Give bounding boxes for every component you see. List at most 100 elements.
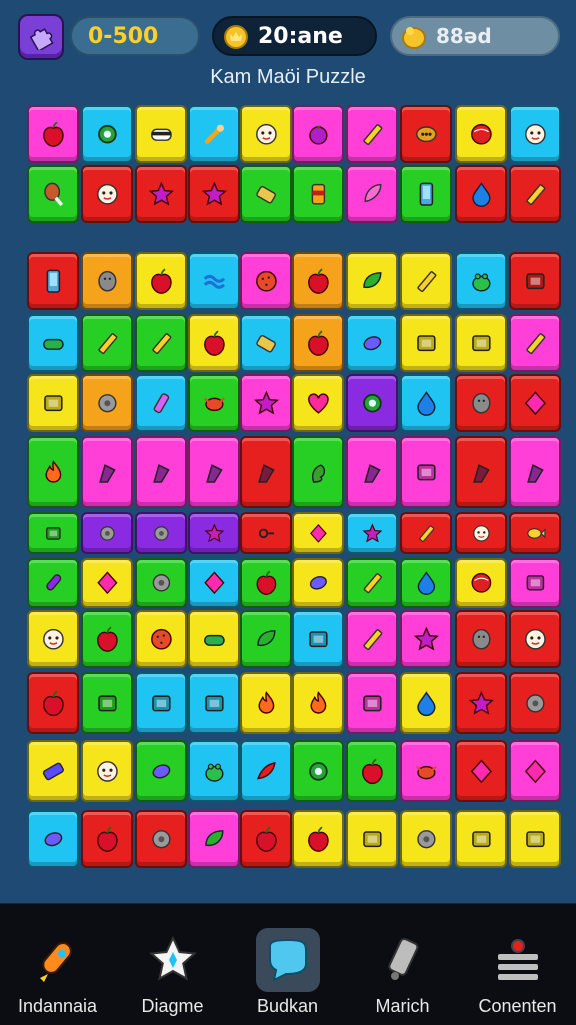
puzzle-tile[interactable] [292,512,344,554]
nav-item-marich[interactable]: Marich [345,904,460,1025]
puzzle-tile[interactable] [346,740,398,802]
puzzle-tile[interactable] [400,165,452,223]
puzzle-tile[interactable] [509,105,561,163]
puzzle-tile[interactable] [27,740,79,802]
puzzle-tile[interactable] [509,314,561,372]
puzzle-tile[interactable] [188,314,240,372]
puzzle-tile[interactable] [27,105,79,163]
puzzle-tile[interactable] [81,436,133,508]
puzzle-tile[interactable] [27,810,79,868]
puzzle-tile[interactable] [292,740,344,802]
puzzle-tile[interactable] [135,314,187,372]
puzzle-tile[interactable] [135,252,187,310]
puzzle-tile[interactable] [292,558,344,608]
puzzle-tile[interactable] [455,558,507,608]
puzzle-tile[interactable] [81,810,133,868]
puzzle-tile[interactable] [455,512,507,554]
puzzle-tile[interactable] [346,672,398,734]
puzzle-tile[interactable] [346,810,398,868]
puzzle-tile[interactable] [240,314,292,372]
puzzle-tile[interactable] [135,558,187,608]
puzzle-tile[interactable] [81,672,133,734]
puzzle-tile[interactable] [292,105,344,163]
puzzle-tile[interactable] [400,105,452,163]
puzzle-tile[interactable] [188,252,240,310]
puzzle-tile[interactable] [240,105,292,163]
nav-item-budkan[interactable]: Budkan [230,904,345,1025]
puzzle-tile[interactable] [509,512,561,554]
puzzle-tile[interactable] [240,558,292,608]
puzzle-tile[interactable] [240,374,292,432]
puzzle-tile[interactable] [188,672,240,734]
puzzle-tile[interactable] [509,810,561,868]
puzzle-tile[interactable] [455,252,507,310]
puzzle-tile[interactable] [135,374,187,432]
puzzle-tile[interactable] [346,436,398,508]
puzzle-tile[interactable] [27,436,79,508]
puzzle-tile[interactable] [346,558,398,608]
puzzle-tile[interactable] [455,314,507,372]
puzzle-tile[interactable] [400,374,452,432]
puzzle-tile[interactable] [188,436,240,508]
puzzle-tile[interactable] [240,165,292,223]
puzzle-tile[interactable] [188,558,240,608]
puzzle-tile[interactable] [509,252,561,310]
puzzle-tile[interactable] [400,314,452,372]
puzzle-tile[interactable] [400,610,452,668]
puzzle-tile[interactable] [188,512,240,554]
puzzle-tile[interactable] [81,558,133,608]
puzzle-tile[interactable] [509,672,561,734]
puzzle-tile[interactable] [135,672,187,734]
puzzle-tile[interactable] [240,436,292,508]
puzzle-tile[interactable] [240,252,292,310]
puzzle-tile[interactable] [27,374,79,432]
puzzle-tile[interactable] [135,512,187,554]
puzzle-tile[interactable] [346,314,398,372]
nav-item-indannaia[interactable]: Indannaia [0,904,115,1025]
puzzle-tile[interactable] [27,610,79,668]
puzzle-tile[interactable] [455,374,507,432]
puzzle-tile[interactable] [240,610,292,668]
puzzle-tile[interactable] [81,314,133,372]
puzzle-tile[interactable] [346,512,398,554]
puzzle-tile[interactable] [188,610,240,668]
puzzle-tile[interactable] [455,610,507,668]
puzzle-tile[interactable] [27,672,79,734]
puzzle-tile[interactable] [400,740,452,802]
puzzle-tile[interactable] [81,105,133,163]
nav-item-diagme[interactable]: Diagme [115,904,230,1025]
puzzle-tile[interactable] [346,252,398,310]
puzzle-tile[interactable] [135,740,187,802]
puzzle-tile[interactable] [292,672,344,734]
puzzle-tile[interactable] [346,165,398,223]
puzzle-tile[interactable] [455,810,507,868]
puzzle-tile[interactable] [400,252,452,310]
puzzle-tile[interactable] [240,512,292,554]
puzzle-tile[interactable] [188,165,240,223]
puzzle-tile[interactable] [240,810,292,868]
puzzle-tile[interactable] [509,165,561,223]
puzzle-tile[interactable] [455,436,507,508]
puzzle-tile[interactable] [346,374,398,432]
puzzle-tile[interactable] [292,252,344,310]
puzzle-tile[interactable] [400,672,452,734]
puzzle-tile[interactable] [27,558,79,608]
puzzle-tile[interactable] [188,105,240,163]
puzzle-tile[interactable] [81,740,133,802]
puzzle-tile[interactable] [188,374,240,432]
puzzle-tile[interactable] [292,165,344,223]
puzzle-tile[interactable] [509,436,561,508]
puzzle-tile[interactable] [400,512,452,554]
puzzle-tile[interactable] [509,610,561,668]
puzzle-tile[interactable] [135,436,187,508]
puzzle-tile[interactable] [81,610,133,668]
puzzle-tile[interactable] [292,610,344,668]
puzzle-tile[interactable] [27,314,79,372]
puzzle-tile[interactable] [400,436,452,508]
puzzle-tile[interactable] [240,672,292,734]
puzzle-tile[interactable] [135,105,187,163]
puzzle-tile[interactable] [455,105,507,163]
puzzle-tile[interactable] [292,374,344,432]
puzzle-tile[interactable] [188,740,240,802]
puzzle-tile[interactable] [81,374,133,432]
